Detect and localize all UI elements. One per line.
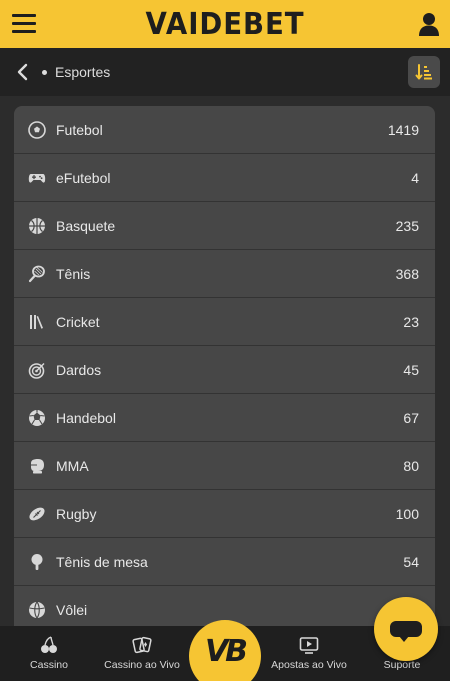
play-screen-icon — [299, 637, 319, 654]
support-chat-button[interactable] — [374, 597, 438, 661]
event-count: 45 — [403, 362, 419, 378]
cards-icon — [132, 636, 152, 654]
dartboard-icon — [28, 363, 45, 379]
chat-bubble-icon — [390, 621, 422, 642]
sport-row-tenis-de-mesa[interactable]: Tênis de mesa 54 — [14, 538, 435, 586]
sport-name: Tênis — [56, 266, 91, 282]
sport-name: Handebol — [56, 410, 116, 426]
sport-name: Cricket — [56, 314, 100, 330]
table-tennis-icon — [31, 554, 43, 570]
nav-label: Apostas ao Vivo — [271, 659, 347, 671]
event-count: 100 — [395, 506, 419, 522]
breadcrumb-separator — [42, 69, 47, 75]
sport-name: MMA — [56, 458, 89, 474]
sport-name: Basquete — [56, 218, 116, 234]
event-count: 23 — [403, 314, 419, 330]
basketball-icon — [29, 218, 45, 234]
nav-label: Cassino ao Vivo — [104, 659, 180, 671]
sport-row-dardos[interactable]: Dardos 45 — [14, 346, 435, 394]
sort-icon — [415, 64, 432, 80]
sport-row-mma[interactable]: MMA 80 — [14, 442, 435, 490]
event-count: 1419 — [387, 122, 419, 138]
breadcrumb-current[interactable]: Esportes — [55, 64, 110, 80]
sport-name: Vôlei — [56, 602, 88, 618]
event-count: 80 — [403, 458, 419, 474]
sport-name: eFutebol — [56, 170, 111, 186]
sort-button[interactable] — [408, 56, 440, 88]
sport-name: Dardos — [56, 362, 102, 378]
home-logo-text: VB — [204, 633, 248, 669]
event-count: 4 — [411, 170, 419, 186]
sport-name: Tênis de mesa — [56, 554, 148, 570]
sports-list: Futebol 1419 eFutebol 4 Basquete 235 Tên… — [14, 106, 435, 636]
sport-row-tenis[interactable]: Tênis 368 — [14, 250, 435, 298]
soccer-ball-icon — [28, 121, 46, 139]
sport-name: Futebol — [56, 122, 103, 138]
event-count: 368 — [395, 266, 419, 282]
sport-row-rugby[interactable]: Rugby 100 — [14, 490, 435, 538]
handball-icon — [29, 410, 45, 426]
breadcrumb: Esportes — [42, 64, 110, 80]
sport-row-futebol[interactable]: Futebol 1419 — [14, 106, 435, 154]
brand-logo[interactable]: VAIDEBET — [18, 7, 432, 42]
sport-name: Rugby — [56, 506, 97, 522]
nav-apostas-ao-vivo[interactable]: Apostas ao Vivo — [268, 626, 350, 681]
sport-row-basquete[interactable]: Basquete 235 — [14, 202, 435, 250]
event-count: 235 — [395, 218, 419, 234]
top-bar: VAIDEBET — [0, 0, 450, 48]
nav-cassino[interactable]: Cassino — [24, 626, 74, 681]
gamepad-icon — [28, 174, 46, 183]
cherries-icon — [41, 636, 57, 653]
user-icon[interactable] — [418, 12, 440, 36]
nav-label: Cassino — [30, 659, 68, 671]
boxing-glove-icon — [31, 459, 44, 474]
volleyball-icon — [29, 601, 45, 619]
cricket-icon — [30, 315, 43, 329]
sport-row-handebol[interactable]: Handebol 67 — [14, 394, 435, 442]
sport-row-efutebol[interactable]: eFutebol 4 — [14, 154, 435, 202]
event-count: 67 — [403, 410, 419, 426]
chevron-left-icon[interactable] — [14, 62, 32, 82]
sport-row-cricket[interactable]: Cricket 23 — [14, 298, 435, 346]
rugby-ball-icon — [29, 507, 45, 521]
event-count: 54 — [403, 554, 419, 570]
breadcrumb-bar: Esportes — [0, 48, 450, 96]
tennis-racket-icon — [28, 265, 45, 283]
nav-cassino-ao-vivo[interactable]: Cassino ao Vivo — [102, 626, 182, 681]
